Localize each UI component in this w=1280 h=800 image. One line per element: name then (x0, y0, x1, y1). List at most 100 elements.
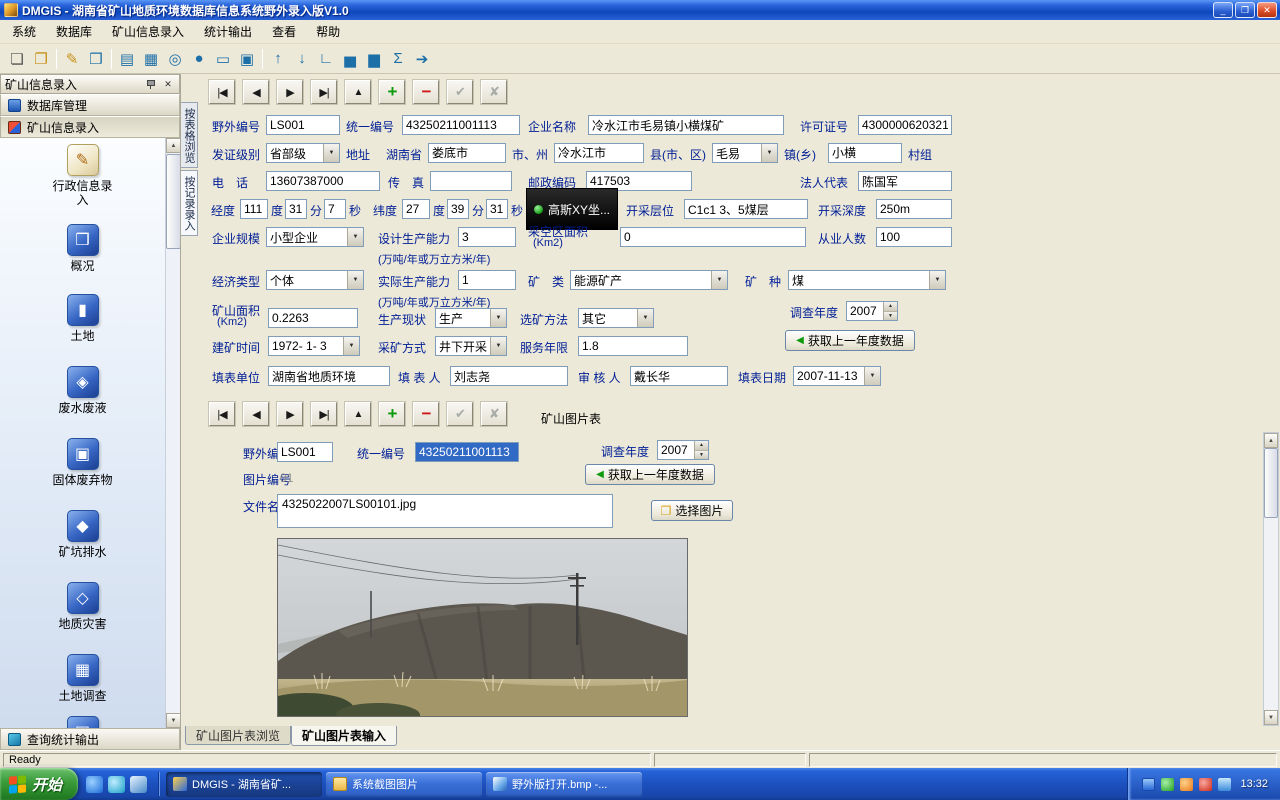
tab-browse-table[interactable]: 按表格浏览 (181, 102, 198, 168)
fill-date-select[interactable]: 2007-11-13 ▼ (793, 366, 881, 386)
scroll-down-icon[interactable]: ▼ (166, 713, 180, 728)
city-box[interactable]: 娄底市 (428, 143, 506, 163)
nav-prior-button[interactable]: ◀ (243, 80, 269, 104)
latitude-sec-input[interactable] (486, 199, 508, 219)
sidebar-scrollbar[interactable]: ▲ ▼ (165, 138, 180, 728)
taskbar-task-bmp-image[interactable]: 野外版打开.bmp -... (486, 772, 642, 797)
ruler-icon[interactable]: ∟ (314, 47, 338, 71)
nav-post-button[interactable]: ✔ (447, 402, 473, 426)
chevron-down-icon[interactable]: ▼ (490, 337, 506, 355)
maximize-button[interactable]: ❐ (1235, 2, 1255, 18)
print-icon[interactable]: ▭ (211, 47, 235, 71)
license-input[interactable] (858, 115, 952, 135)
copy-icon[interactable]: ❒ (84, 47, 108, 71)
nav-cancel-button[interactable]: ✘ (481, 402, 507, 426)
sidebar-item-geo-hazard[interactable]: ◇ 地质灾害 (5, 582, 160, 631)
survey-year-spinner[interactable]: 2007 ▲▼ (846, 301, 898, 321)
goaf-area-input[interactable] (620, 227, 806, 247)
longitude-min-input[interactable] (285, 199, 307, 219)
nav-cancel-button[interactable]: ✘ (481, 80, 507, 104)
exit-icon[interactable]: ➔ (410, 47, 434, 71)
nav-insert-button[interactable]: + (379, 80, 405, 104)
county-select[interactable]: 毛易 ▼ (712, 143, 778, 163)
enterprise-input[interactable] (588, 115, 784, 135)
chevron-down-icon[interactable]: ▼ (347, 271, 363, 289)
sidebar-item-admin-info[interactable]: ✎ 行政信息录入 (5, 144, 160, 208)
chevron-down-icon[interactable]: ▼ (323, 144, 339, 162)
antivirus-icon[interactable] (1161, 778, 1174, 791)
latitude-min-input[interactable] (447, 199, 469, 219)
browser-icon[interactable] (86, 776, 103, 793)
nav-delete-button[interactable]: − (413, 402, 439, 426)
employees-input[interactable] (876, 227, 952, 247)
picture-survey-year-spinner[interactable]: 2007 ▲▼ (657, 440, 709, 460)
legal-rep-input[interactable] (858, 171, 952, 191)
minimize-button[interactable]: _ (1213, 2, 1233, 18)
start-button[interactable]: 开始 (0, 768, 78, 800)
chevron-down-icon[interactable]: ▼ (343, 337, 359, 355)
build-date-select[interactable]: 1972- 1- 3 ▼ (268, 336, 360, 356)
histogram-icon[interactable]: ▆ (362, 47, 386, 71)
sidebar-group-mine-entry[interactable]: 矿山信息录入 (0, 116, 180, 138)
picture-unified-no-input[interactable] (415, 442, 519, 462)
move-up-icon[interactable]: ↑ (266, 47, 290, 71)
chart-icon[interactable]: ▅ (338, 47, 362, 71)
taskbar-task-dmgis[interactable]: DMGIS - 湖南省矿... (166, 772, 322, 797)
choose-picture-button[interactable]: ❐ 选择图片 (651, 500, 733, 521)
scroll-up-icon[interactable]: ▲ (166, 138, 180, 153)
dressing-method-select[interactable]: 其它 ▼ (578, 308, 654, 328)
refresh-icon[interactable]: ◎ (163, 47, 187, 71)
scale-select[interactable]: 小型企业 ▼ (266, 227, 364, 247)
menu-help[interactable]: 帮助 (306, 19, 350, 44)
longitude-sec-input[interactable] (324, 199, 346, 219)
mining-layer-input[interactable] (684, 199, 808, 219)
move-down-icon[interactable]: ↓ (290, 47, 314, 71)
menu-statistics-output[interactable]: 统计输出 (194, 19, 262, 44)
mining-depth-input[interactable] (876, 199, 952, 219)
tab-picture-entry[interactable]: 矿山图片表输入 (291, 726, 397, 746)
sidebar-item-overview[interactable]: ❒ 概况 (5, 224, 160, 273)
update-icon[interactable] (1180, 778, 1193, 791)
alert-icon[interactable] (1199, 778, 1212, 791)
mine-area-input[interactable] (268, 308, 358, 328)
scrollbar-thumb[interactable] (1264, 448, 1278, 518)
sidebar-item-solid-waste[interactable]: ▣ 固体废弃物 (5, 438, 160, 487)
actual-capacity-input[interactable] (458, 270, 516, 290)
auditor-input[interactable] (630, 366, 728, 386)
menu-mine-info-entry[interactable]: 矿山信息录入 (102, 19, 194, 44)
nav-last-button[interactable]: ▶| (311, 80, 337, 104)
globe-icon[interactable]: ● (187, 47, 211, 71)
mineral-class-select[interactable]: 能源矿产 ▼ (570, 270, 728, 290)
scroll-down-icon[interactable]: ▼ (1264, 710, 1278, 725)
sidebar-item-wastewater[interactable]: ◈ 废水废液 (5, 366, 160, 415)
close-button[interactable]: ✕ (1257, 2, 1277, 18)
menu-view[interactable]: 查看 (262, 19, 306, 44)
sidebar-group-database[interactable]: 数据库管理 (0, 94, 180, 116)
show-desktop-icon[interactable] (108, 776, 125, 793)
display-settings-icon[interactable] (1142, 778, 1155, 791)
chevron-down-icon[interactable]: ▼ (347, 228, 363, 246)
mining-method-select[interactable]: 井下开采 ▼ (435, 336, 507, 356)
new-icon[interactable]: ❏ (5, 47, 29, 71)
economic-type-select[interactable]: 个体 ▼ (266, 270, 364, 290)
picture-fetch-previous-year-button[interactable]: ◀ 获取上一年度数据 (585, 464, 715, 485)
stats-icon[interactable]: Σ (386, 47, 410, 71)
unified-no-input[interactable] (402, 115, 520, 135)
nav-first-button[interactable]: |◀ (209, 402, 235, 426)
phone-input[interactable] (266, 171, 380, 191)
chevron-down-icon[interactable]: ▼ (761, 144, 777, 162)
menu-system[interactable]: 系统 (2, 19, 46, 44)
sidebar-group-query-output[interactable]: 查询统计输出 (0, 728, 180, 750)
nav-edit-button[interactable]: ▲ (345, 80, 371, 104)
chevron-down-icon[interactable]: ▼ (637, 309, 653, 327)
sidebar-item-land-survey[interactable]: ▦ 土地调查 (5, 654, 160, 703)
sidebar-item-land[interactable]: ▮ 土地 (5, 294, 160, 343)
chevron-down-icon[interactable]: ▼ (490, 309, 506, 327)
longitude-deg-input[interactable] (240, 199, 268, 219)
nav-post-button[interactable]: ✔ (447, 80, 473, 104)
open-icon[interactable]: ❐ (29, 47, 53, 71)
chevron-down-icon[interactable]: ▼ (864, 367, 880, 385)
scrollbar-thumb[interactable] (166, 154, 180, 249)
nav-insert-button[interactable]: + (379, 402, 405, 426)
chevron-down-icon[interactable]: ▼ (711, 271, 727, 289)
